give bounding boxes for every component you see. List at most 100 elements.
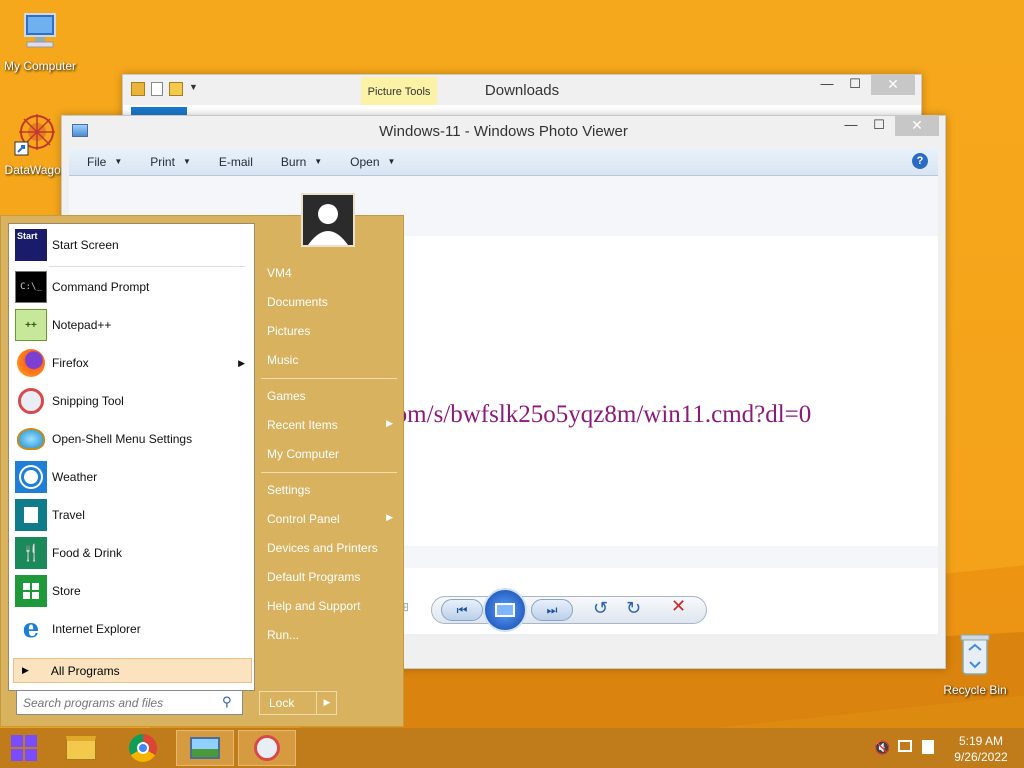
action-center-icon[interactable] bbox=[922, 740, 934, 754]
snipping-tool-icon bbox=[15, 385, 47, 417]
start-item-devices-printers[interactable]: Devices and Printers bbox=[267, 541, 397, 555]
close-button[interactable]: ✕ bbox=[871, 75, 915, 95]
chrome-icon bbox=[129, 734, 157, 762]
snipping-tool-icon bbox=[254, 735, 280, 761]
start-item-run[interactable]: Run... bbox=[267, 628, 397, 642]
search-icon[interactable]: ⚲ bbox=[222, 694, 232, 710]
program-internet-explorer[interactable]: e Internet Explorer bbox=[15, 612, 251, 646]
chevron-down-icon: ▼ bbox=[314, 157, 323, 166]
start-item-default-programs[interactable]: Default Programs bbox=[267, 570, 397, 584]
menu-open[interactable]: Open ▼ bbox=[350, 155, 395, 169]
previous-button[interactable]: ⏮ bbox=[441, 599, 483, 621]
start-item-settings[interactable]: Settings bbox=[267, 483, 397, 497]
notepad-plus-plus-icon: ++ bbox=[15, 309, 47, 341]
minimize-button[interactable]: — bbox=[837, 116, 865, 136]
volume-muted-icon[interactable]: 🔇 bbox=[874, 740, 890, 756]
taskbar-snipping-tool[interactable] bbox=[238, 730, 296, 766]
program-open-shell-settings[interactable]: Open-Shell Menu Settings bbox=[15, 422, 251, 456]
program-store[interactable]: Store bbox=[15, 574, 251, 608]
start-search-input[interactable] bbox=[16, 690, 243, 715]
chevron-down-icon: ▼ bbox=[182, 157, 191, 166]
chevron-down-icon: ▼ bbox=[114, 157, 123, 166]
taskbar-file-explorer[interactable] bbox=[52, 730, 110, 766]
command-prompt-icon: C:\_ bbox=[15, 271, 47, 303]
program-weather[interactable]: Weather bbox=[15, 460, 251, 494]
rotate-clockwise-button[interactable]: ↻ bbox=[626, 598, 641, 619]
taskbar: 🔇 5:19 AM 9/26/2022 bbox=[0, 728, 1024, 768]
next-button[interactable]: ⏭ bbox=[531, 599, 573, 621]
program-notepad-plus-plus[interactable]: ++ Notepad++ bbox=[15, 308, 251, 342]
help-icon[interactable]: ? bbox=[912, 153, 928, 169]
all-programs-button[interactable]: ▶ All Programs bbox=[13, 658, 252, 683]
food-drink-icon: 🍴 bbox=[15, 537, 47, 569]
program-command-prompt[interactable]: C:\_ Command Prompt bbox=[15, 270, 251, 304]
file-explorer-icon bbox=[66, 736, 96, 760]
program-travel[interactable]: Travel bbox=[15, 498, 251, 532]
menu-burn[interactable]: Burn ▼ bbox=[281, 155, 322, 169]
divider bbox=[261, 378, 397, 379]
photo-viewer-titlebar[interactable]: Windows-11 - Windows Photo Viewer — ☐ ✕ bbox=[62, 116, 945, 146]
start-item-games[interactable]: Games bbox=[267, 389, 397, 403]
chevron-right-icon: ▶ bbox=[22, 665, 29, 675]
computer-icon bbox=[0, 10, 80, 57]
photo-viewer-title: Windows-11 - Windows Photo Viewer bbox=[379, 122, 628, 140]
start-menu: Start Start Screen C:\_ Command Prompt +… bbox=[0, 193, 404, 727]
minimize-button[interactable]: — bbox=[813, 75, 841, 95]
program-start-screen[interactable]: Start Start Screen bbox=[15, 228, 251, 262]
desktop-icon-my-computer[interactable]: My Computer bbox=[0, 10, 80, 73]
clock[interactable]: 5:19 AM 9/26/2022 bbox=[948, 733, 1014, 765]
clock-date: 9/26/2022 bbox=[954, 750, 1008, 764]
recycle-bin-icon bbox=[935, 630, 1015, 681]
taskbar-photo-viewer[interactable] bbox=[176, 730, 234, 766]
program-snipping-tool[interactable]: Snipping Tool bbox=[15, 384, 251, 418]
program-food-drink[interactable]: 🍴 Food & Drink bbox=[15, 536, 251, 570]
rotate-counterclockwise-button[interactable]: ↺ bbox=[593, 598, 608, 619]
network-icon[interactable] bbox=[898, 740, 912, 752]
slideshow-button[interactable] bbox=[483, 588, 527, 632]
start-item-documents[interactable]: Documents bbox=[267, 295, 397, 309]
start-item-music[interactable]: Music bbox=[267, 353, 397, 367]
photo-viewer-menubar: File ▼ Print ▼ E-mail Burn ▼ Open ▼ ? bbox=[69, 148, 938, 176]
desktop-icon-label: Recycle Bin bbox=[943, 683, 1007, 697]
chevron-right-icon: ▶ bbox=[238, 357, 245, 368]
menu-email[interactable]: E-mail bbox=[219, 155, 253, 169]
program-firefox[interactable]: Firefox ▶ bbox=[15, 346, 251, 380]
start-programs-pane: Start Start Screen C:\_ Command Prompt +… bbox=[8, 223, 255, 691]
start-item-my-computer[interactable]: My Computer bbox=[267, 447, 397, 461]
open-shell-icon bbox=[15, 423, 47, 455]
menu-file[interactable]: File ▼ bbox=[87, 155, 122, 169]
maximize-button[interactable]: ☐ bbox=[865, 116, 893, 136]
close-button[interactable]: ✕ bbox=[895, 116, 939, 136]
start-button[interactable] bbox=[0, 730, 48, 766]
menu-print[interactable]: Print ▼ bbox=[150, 155, 191, 169]
chevron-right-icon: ▶ bbox=[386, 418, 393, 428]
start-item-pictures[interactable]: Pictures bbox=[267, 324, 397, 338]
explorer-titlebar[interactable]: ▼ Picture Tools Downloads — ☐ ✕ bbox=[123, 75, 921, 105]
weather-icon bbox=[15, 461, 47, 493]
taskbar-chrome[interactable] bbox=[114, 730, 172, 766]
shutdown-options-button[interactable]: ▶ bbox=[316, 691, 337, 715]
divider bbox=[261, 472, 397, 473]
chevron-right-icon: ▶ bbox=[386, 512, 393, 522]
maximize-button[interactable]: ☐ bbox=[841, 75, 869, 95]
start-item-control-panel[interactable]: Control Panel ▶ bbox=[267, 512, 397, 526]
desktop-icon-recycle-bin[interactable]: Recycle Bin bbox=[935, 630, 1015, 697]
delete-button[interactable]: ✕ bbox=[671, 596, 686, 617]
start-item-recent-items[interactable]: Recent Items ▶ bbox=[267, 418, 397, 432]
slideshow-icon bbox=[495, 603, 515, 617]
start-item-vm4[interactable]: VM4 bbox=[267, 266, 397, 280]
start-item-help-support[interactable]: Help and Support bbox=[267, 599, 397, 613]
store-icon bbox=[15, 575, 47, 607]
chevron-right-icon: ▶ bbox=[323, 697, 331, 707]
clock-time: 5:19 AM bbox=[958, 734, 1004, 748]
divider bbox=[49, 266, 245, 267]
photo-viewer-icon bbox=[190, 737, 220, 759]
firefox-icon bbox=[15, 347, 47, 379]
chevron-down-icon: ▼ bbox=[387, 157, 396, 166]
desktop-icon-label: My Computer bbox=[3, 59, 77, 73]
travel-icon bbox=[15, 499, 47, 531]
windows-logo-icon bbox=[11, 735, 37, 761]
user-avatar[interactable] bbox=[301, 193, 355, 247]
internet-explorer-icon: e bbox=[22, 614, 40, 644]
explorer-title: Downloads bbox=[484, 81, 560, 99]
